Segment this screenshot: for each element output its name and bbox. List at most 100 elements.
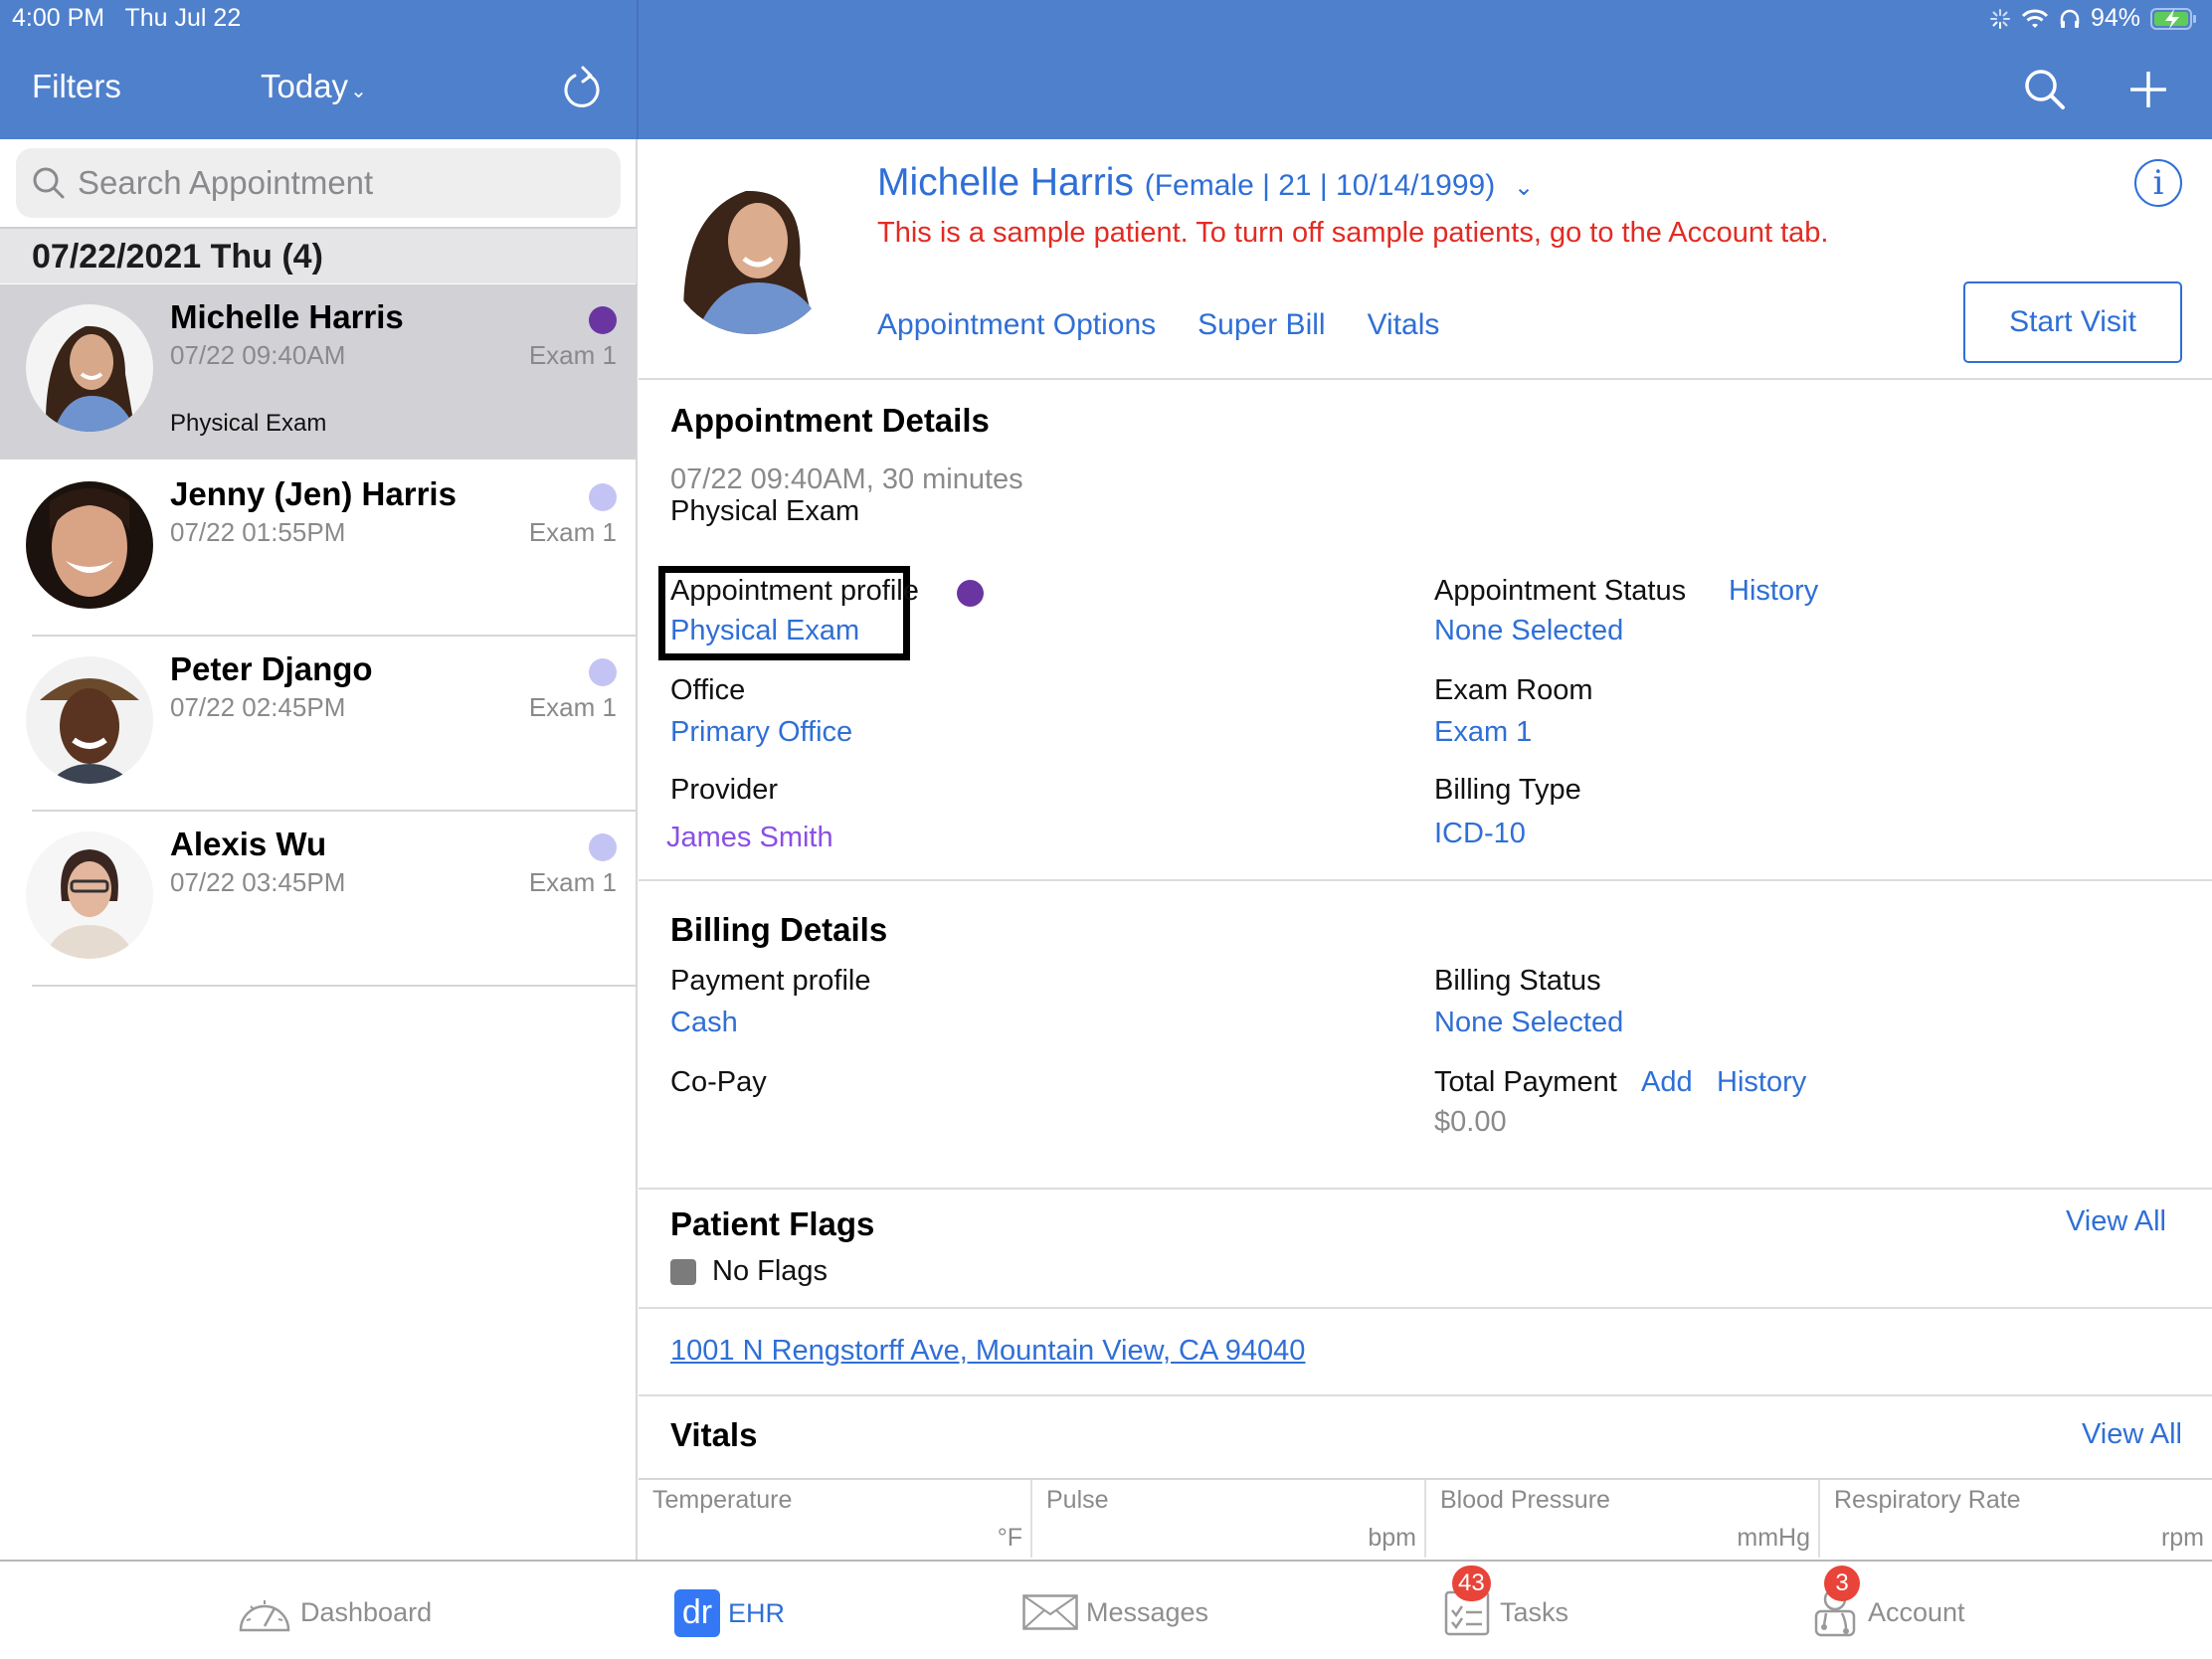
- appointment-status-value[interactable]: None Selected: [1434, 615, 1623, 647]
- sample-patient-notice: This is a sample patient. To turn off sa…: [877, 217, 1829, 249]
- patient-photo: [666, 165, 835, 334]
- status-dot: [589, 658, 617, 686]
- add-payment-link[interactable]: Add: [1641, 1066, 1693, 1099]
- search-icon: [33, 167, 65, 199]
- divider: [639, 378, 2212, 380]
- filters-button[interactable]: Filters: [32, 68, 121, 105]
- status-dot: [589, 306, 617, 334]
- payment-history-link[interactable]: History: [1717, 1066, 1806, 1099]
- appointment-list-item[interactable]: Michelle Harris 07/22 09:40AM Exam 1 Phy…: [0, 284, 637, 460]
- info-icon[interactable]: i: [2134, 159, 2182, 207]
- checklist-icon: 43: [1442, 1566, 1492, 1636]
- payment-profile-value[interactable]: Cash: [670, 1007, 738, 1039]
- top-navigation-bar: 4:00 PM Thu Jul 22 94% Filters Today ⌄: [0, 0, 2212, 139]
- patient-demographics: (Female | 21 | 10/14/1999): [1144, 169, 1496, 202]
- vital-unit: bpm: [1368, 1524, 1416, 1552]
- patient-name-header[interactable]: Michelle Harris (Female | 21 | 10/14/199…: [877, 161, 1534, 205]
- vital-pulse[interactable]: Pulse bpm: [1032, 1480, 1426, 1558]
- vital-label: Respiratory Rate: [1834, 1486, 2021, 1514]
- office-value[interactable]: Primary Office: [670, 716, 852, 749]
- search-appointment-input[interactable]: [78, 164, 595, 202]
- envelope-icon: [1022, 1589, 1078, 1635]
- patient-avatar: [26, 304, 153, 432]
- billing-type-value[interactable]: ICD-10: [1434, 818, 1526, 850]
- exam-room: Exam 1: [528, 340, 617, 370]
- wifi-icon: [2021, 9, 2049, 28]
- appointment-list-item[interactable]: Alexis Wu 07/22 03:45PM Exam 1: [0, 812, 637, 987]
- status-dot: [589, 833, 617, 861]
- status-dot: [589, 483, 617, 511]
- divider: [639, 1307, 2212, 1309]
- date-filter-label: Today: [261, 68, 349, 104]
- vital-label: Temperature: [652, 1486, 793, 1514]
- vitals-link[interactable]: Vitals: [1368, 308, 1440, 342]
- exam-room: Exam 1: [528, 517, 617, 547]
- vitals-view-all[interactable]: View All: [2082, 1418, 2182, 1451]
- vitals-summary-row: Temperature °F Pulse bpm Blood Pressure …: [639, 1478, 2212, 1558]
- search-bar[interactable]: [16, 148, 621, 218]
- headphones-icon: [2060, 9, 2080, 28]
- tab-messages[interactable]: Messages: [1022, 1589, 1208, 1635]
- panel-divider: [637, 0, 639, 139]
- billing-status-value[interactable]: None Selected: [1434, 1007, 1623, 1039]
- tab-label: Tasks: [1500, 1596, 1569, 1627]
- copay-label: Co-Pay: [670, 1066, 767, 1098]
- status-bar-right: 94%: [1989, 4, 2198, 33]
- appointment-profile-value[interactable]: Physical Exam: [670, 615, 859, 647]
- divider: [639, 1188, 2212, 1190]
- appointment-time: 07/22 02:45PM: [170, 692, 346, 722]
- vital-label: Blood Pressure: [1440, 1486, 1610, 1514]
- total-payment-label: Total Payment: [1434, 1066, 1617, 1098]
- tab-label: Account: [1868, 1596, 1965, 1627]
- appointment-list-item[interactable]: Peter Django 07/22 02:45PM Exam 1: [0, 637, 637, 812]
- vital-blood-pressure[interactable]: Blood Pressure mmHg: [1426, 1480, 1820, 1558]
- exam-room: Exam 1: [528, 692, 617, 722]
- patient-name: Michelle Harris: [877, 161, 1134, 204]
- office-label: Office: [670, 674, 746, 706]
- tab-dashboard[interactable]: Dashboard: [237, 1589, 432, 1635]
- patient-address-link[interactable]: 1001 N Rengstorff Ave, Mountain View, CA…: [670, 1335, 1305, 1368]
- tab-label: Dashboard: [300, 1596, 433, 1627]
- dr-logo-icon: dr: [674, 1589, 720, 1637]
- appointment-details-title: Appointment Details: [670, 402, 990, 439]
- tasks-badge: 43: [1452, 1566, 1491, 1601]
- tab-ehr[interactable]: dr EHR: [674, 1589, 785, 1637]
- tab-label: EHR: [728, 1597, 786, 1628]
- provider-label: Provider: [670, 774, 778, 806]
- divider: [639, 1394, 2212, 1396]
- refresh-icon[interactable]: [561, 64, 603, 109]
- date-filter-dropdown[interactable]: Today ⌄: [261, 68, 367, 105]
- patient-flags-title: Patient Flags: [670, 1205, 875, 1242]
- appointment-status-history-link[interactable]: History: [1729, 575, 1818, 608]
- appointment-list-item[interactable]: Jenny (Jen) Harris 07/22 01:55PM Exam 1: [0, 461, 637, 637]
- billing-status-label: Billing Status: [1434, 965, 1601, 997]
- start-visit-button[interactable]: Start Visit: [1963, 281, 2182, 363]
- status-time: 4:00 PM: [12, 4, 105, 32]
- vital-unit: rpm: [2160, 1524, 2204, 1552]
- vital-respiratory-rate[interactable]: Respiratory Rate rpm: [1820, 1480, 2212, 1558]
- tab-tasks[interactable]: 43 Tasks: [1442, 1566, 1569, 1636]
- appointment-datetime: 07/22 09:40AM, 30 minutes: [670, 463, 1023, 495]
- appointment-list-panel: 07/22/2021 Thu (4) Michelle Harris 07/22…: [0, 139, 638, 1560]
- patient-name: Michelle Harris: [170, 298, 404, 335]
- appointment-time: 07/22 03:45PM: [170, 867, 346, 897]
- payment-profile-label: Payment profile: [670, 965, 871, 997]
- account-badge: 3: [1824, 1566, 1860, 1601]
- vital-temperature[interactable]: Temperature °F: [639, 1480, 1032, 1558]
- appointment-options-link[interactable]: Appointment Options: [877, 308, 1156, 342]
- super-bill-link[interactable]: Super Bill: [1198, 308, 1325, 342]
- exam-room: Exam 1: [528, 867, 617, 897]
- patient-name: Alexis Wu: [170, 826, 327, 862]
- patient-avatar: [26, 656, 153, 784]
- appointment-time: 07/22 01:55PM: [170, 517, 346, 547]
- exam-room-value[interactable]: Exam 1: [1434, 716, 1532, 749]
- patient-avatar: [26, 831, 153, 959]
- total-payment-value: $0.00: [1434, 1106, 1507, 1138]
- tab-account[interactable]: 3 Account: [1810, 1566, 1965, 1637]
- divider: [639, 879, 2212, 881]
- plus-icon[interactable]: [2130, 72, 2166, 107]
- search-icon[interactable]: [2023, 68, 2067, 111]
- chevron-down-icon: ⌄: [1514, 174, 1535, 201]
- patient-flags-view-all[interactable]: View All: [2066, 1205, 2166, 1238]
- provider-value[interactable]: James Smith: [666, 822, 833, 854]
